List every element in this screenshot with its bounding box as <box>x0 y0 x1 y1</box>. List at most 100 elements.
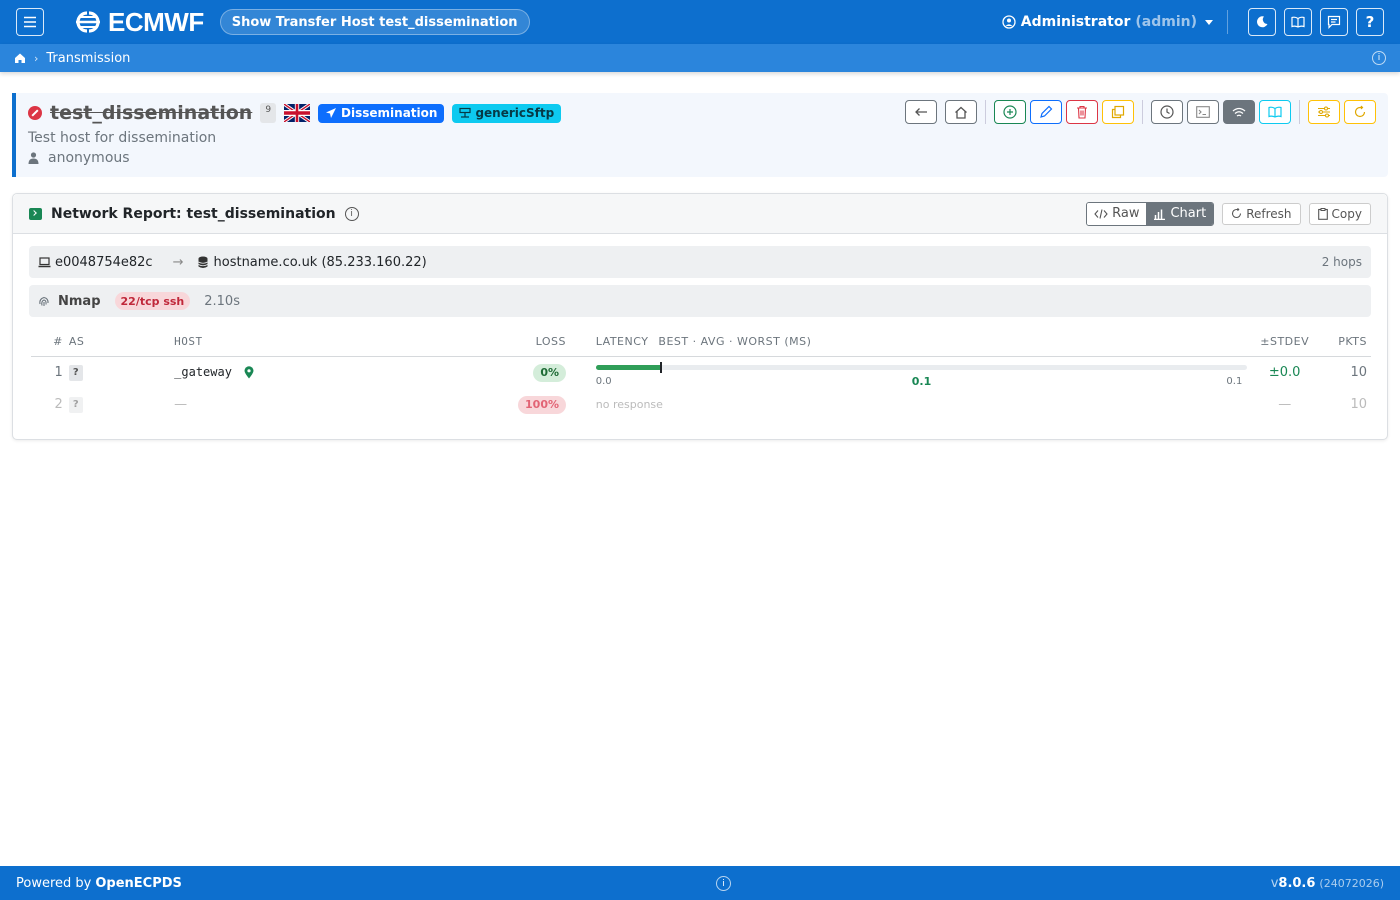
route-summary: e0048754e82c → hostname.co.uk (85.233.16… <box>29 246 1371 278</box>
back-button[interactable] <box>905 100 937 124</box>
page-title: Show Transfer Host test_dissemination <box>219 9 530 35</box>
ecmwf-logo[interactable]: ECMWF <box>70 7 204 38</box>
info-icon[interactable]: i <box>1372 51 1386 65</box>
host-name: test_dissemination <box>50 102 253 124</box>
nmap-title: Nmap <box>58 293 101 309</box>
hop-host: _gateway <box>174 365 232 379</box>
book-icon <box>1291 16 1305 28</box>
col-latency-label: LATENCY <box>595 334 649 348</box>
col-num: # <box>31 327 69 357</box>
version-number: 8.0.6 <box>1278 875 1316 891</box>
delete-host-button[interactable] <box>1066 100 1098 124</box>
open-port-badge: 22/tcp ssh <box>114 292 191 310</box>
refresh-button[interactable]: Refresh <box>1222 202 1301 225</box>
documentation-button[interactable] <box>1284 8 1312 36</box>
table-row[interactable]: 1 ? _gateway 0% 0.0 0.1 0.1 ±0.0 10 <box>31 356 1371 389</box>
moon-icon <box>1256 16 1268 28</box>
toolbar-divider <box>985 100 986 124</box>
product-link[interactable]: OpenECPDS <box>95 876 182 891</box>
arrow-right-icon: → <box>172 254 184 270</box>
chart-view-button[interactable]: Chart <box>1146 202 1214 225</box>
history-button[interactable] <box>1151 100 1183 124</box>
col-pkts: PKTS <box>1327 327 1371 357</box>
host-type-badge[interactable]: Dissemination <box>318 103 445 123</box>
navbar-divider <box>1227 10 1228 34</box>
dark-mode-button[interactable] <box>1248 8 1276 36</box>
clipboard-icon <box>1317 207 1328 220</box>
plus-circle-icon <box>1003 105 1017 119</box>
host-owner-name: anonymous <box>48 150 130 166</box>
bar-chart-icon <box>1154 209 1166 220</box>
footer: Powered by OpenECPDS i v8.0.6 (24072026) <box>0 866 1400 900</box>
chat-icon <box>1327 15 1341 29</box>
host-disabled-icon <box>28 106 42 120</box>
arrow-left-icon <box>915 108 927 116</box>
no-response-label: no response <box>595 398 663 411</box>
server-icon <box>459 107 472 118</box>
user-login: (admin) <box>1135 14 1197 30</box>
map-pin-icon[interactable] <box>244 366 254 379</box>
chevron-right-icon: › <box>34 51 39 65</box>
report-title: Network Report: test_dissemination <box>51 205 336 222</box>
col-host: HOST <box>174 327 519 357</box>
user-menu[interactable]: Administrator (admin) <box>1002 14 1213 30</box>
messages-button[interactable] <box>1320 8 1348 36</box>
add-host-button[interactable] <box>994 100 1026 124</box>
nmap-duration: 2.10s <box>204 293 240 309</box>
console-button[interactable] <box>1187 100 1219 124</box>
hops-table: # AS HOST LOSS LATENCY BEST · AVG · WORS… <box>31 327 1371 421</box>
refresh-icon <box>1232 208 1242 219</box>
latency-bar: 0.0 0.1 0.1 <box>595 357 1247 389</box>
breadcrumb: › Transmission i <box>0 44 1400 72</box>
hop-number: 1 <box>54 365 63 380</box>
help-button[interactable]: ? <box>1356 8 1384 36</box>
hamburger-icon <box>24 16 36 28</box>
laptop-icon <box>38 256 51 267</box>
network-report-card: Network Report: test_dissemination i Raw… <box>12 193 1388 440</box>
host-home-button[interactable] <box>945 100 977 124</box>
host-description: Test host for dissemination <box>28 130 217 146</box>
loss-badge: 0% <box>533 363 566 382</box>
nmap-summary: Nmap 22/tcp ssh 2.10s <box>29 285 1371 317</box>
home-icon[interactable] <box>14 52 26 64</box>
latency-avg-marker <box>659 361 662 373</box>
info-icon[interactable]: i <box>344 206 359 221</box>
latency-worst: 0.1 <box>1226 375 1243 387</box>
source-host: e0048754e82c <box>55 254 153 270</box>
reset-button[interactable] <box>1344 100 1376 124</box>
raw-view-button[interactable]: Raw <box>1087 202 1147 225</box>
terminal-icon <box>29 207 42 220</box>
copy-button[interactable]: Copy <box>1308 202 1371 225</box>
ecmwf-logo-icon <box>76 11 100 33</box>
info-icon[interactable]: i <box>716 876 731 891</box>
hop-host: — <box>174 397 188 412</box>
brand-name: ECMWF <box>108 6 204 37</box>
host-docs-button[interactable] <box>1259 100 1291 124</box>
duplicate-host-button[interactable] <box>1102 100 1134 124</box>
table-row[interactable]: 2 ? — 100% no response — 10 <box>31 389 1371 421</box>
as-unknown-badge: ? <box>68 365 83 381</box>
hop-packets: 10 <box>1350 397 1367 412</box>
powered-by-label: Powered by <box>16 875 92 891</box>
terminal-icon <box>1196 106 1210 118</box>
chart-view-label: Chart <box>1170 206 1207 221</box>
raw-view-label: Raw <box>1112 206 1140 221</box>
pencil-icon <box>1040 105 1053 118</box>
loss-badge: 100% <box>518 395 566 414</box>
transfer-method-badge[interactable]: genericSftp <box>452 103 562 123</box>
network-report-button[interactable] <box>1223 100 1255 124</box>
edit-host-button[interactable] <box>1030 100 1062 124</box>
breadcrumb-transmission[interactable]: Transmission <box>46 51 130 66</box>
latency-best: 0.0 <box>595 375 612 387</box>
host-count-badge: 9 <box>260 103 277 123</box>
col-spacer <box>566 327 596 357</box>
settings-button[interactable] <box>1308 100 1340 124</box>
code-icon <box>1094 208 1108 219</box>
rotate-icon <box>1354 105 1366 118</box>
book-icon <box>1268 106 1282 118</box>
trash-icon <box>1077 105 1087 119</box>
hop-stdev: — <box>1278 397 1292 412</box>
menu-toggle-button[interactable] <box>16 8 44 36</box>
send-icon <box>326 108 337 118</box>
transfer-method-label: genericSftp <box>475 106 555 120</box>
